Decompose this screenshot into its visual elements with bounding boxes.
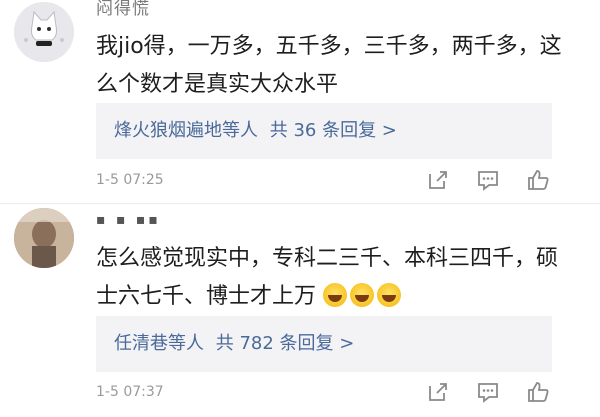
comment-icon — [478, 383, 498, 403]
reply-names: 任清巷 — [114, 333, 168, 354]
like-button[interactable] — [526, 380, 550, 404]
reply-suffix: 等人 — [168, 333, 204, 354]
avatar-photo-icon — [14, 208, 74, 268]
view-replies-button[interactable]: 任清巷等人 共 782 条回复 > — [96, 316, 552, 372]
avatar[interactable] — [14, 208, 74, 268]
laughing-emoji-icon — [350, 283, 375, 307]
comment-2: ▪ ▪ ▪▪ 怎么感觉现实中，专科二三千、本科三四千，硕士六七千、博士才上万 任… — [0, 0, 600, 417]
reply-count: 共 782 条回复 > — [215, 333, 355, 354]
laughing-emoji-icon — [377, 283, 402, 307]
comment-timestamp: 1-5 07:37 — [96, 384, 164, 400]
comment-username[interactable]: ▪ ▪ ▪▪ — [96, 212, 161, 228]
comment-text: 怎么感觉现实中，专科二三千、本科三四千，硕士六七千、博士才上万 — [96, 240, 566, 316]
share-button[interactable] — [426, 380, 450, 404]
like-icon — [528, 382, 549, 402]
laughing-emoji-icon — [323, 283, 348, 307]
comment-button[interactable] — [476, 380, 500, 404]
share-icon — [429, 383, 447, 401]
comment-actions — [426, 380, 556, 406]
